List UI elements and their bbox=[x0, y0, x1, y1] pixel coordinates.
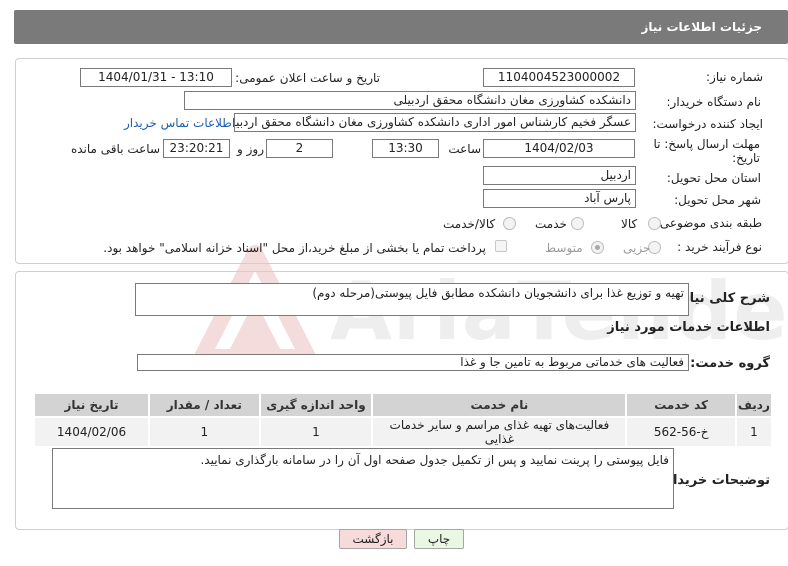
services-info-heading: اطلاعات خدمات مورد نیاز bbox=[607, 320, 770, 335]
treasury-payment-note: پرداخت تمام یا بخشی از مبلغ خرید،از محل … bbox=[103, 241, 486, 255]
announce-datetime-label: تاریخ و ساعت اعلان عمومی: bbox=[235, 71, 380, 85]
buyer-org-field: دانشکده کشاورزی مغان دانشگاه محقق اردبیل… bbox=[184, 91, 636, 110]
cell-service-name: فعالیت‌های تهیه غذای مراسم و سایر خدمات … bbox=[371, 416, 628, 448]
col-header-service-code: کد خدمت bbox=[625, 392, 737, 418]
city-label: شهر محل تحویل: bbox=[674, 193, 761, 207]
days-and-label: روز و bbox=[237, 142, 264, 156]
requester-label: ایجاد کننده درخواست: bbox=[652, 117, 763, 131]
header-panel: جزئیات اطلاعات نیاز bbox=[14, 10, 788, 44]
days-left-field: 2 bbox=[266, 139, 333, 158]
need-desc-field: تهیه و توزیع غذا برای دانشجویان دانشکده … bbox=[135, 283, 689, 316]
province-label: استان محل تحویل: bbox=[666, 171, 761, 185]
announce-datetime-field: 1404/01/31 - 13:10 bbox=[80, 68, 232, 87]
service-group-field: فعالیت های خدماتی مربوط به تامین جا و غذ… bbox=[137, 354, 689, 371]
buyer-notes-field: فایل پیوستی را پرینت نمایید و پس از تکمی… bbox=[52, 448, 674, 509]
cell-quantity: 1 bbox=[148, 416, 261, 448]
need-number-field: 1104004523000002 bbox=[483, 68, 635, 87]
info-panel bbox=[15, 58, 788, 264]
category-label: طبقه بندی موضوعی: bbox=[655, 216, 762, 230]
col-header-service-name: نام خدمت bbox=[371, 392, 628, 418]
process-option-minor: جزیی bbox=[623, 241, 651, 255]
deadline-time-field: 13:30 bbox=[372, 139, 439, 158]
back-button[interactable]: بازگشت bbox=[339, 529, 407, 549]
cell-need-date: 1404/02/06 bbox=[32, 416, 151, 448]
process-option-medium: متوسط bbox=[545, 241, 583, 255]
service-group-label: گروه خدمت: bbox=[690, 356, 770, 371]
cell-service-code: خ-56-562 bbox=[625, 416, 737, 448]
col-header-quantity: تعداد / مقدار bbox=[148, 392, 261, 418]
category-option-service: خدمت bbox=[535, 217, 567, 231]
process-radio-medium[interactable] bbox=[591, 241, 604, 254]
category-radio-service[interactable] bbox=[571, 217, 584, 230]
cell-row-number: 1 bbox=[734, 416, 774, 448]
category-radio-goods-service[interactable] bbox=[503, 217, 516, 230]
treasury-payment-checkbox[interactable] bbox=[495, 240, 507, 252]
buyer-notes-label: توضیحات خریدار: bbox=[660, 473, 770, 488]
deadline-date-field: 1404/02/03 bbox=[483, 139, 635, 158]
city-field: پارس آباد bbox=[483, 189, 636, 208]
category-radio-goods[interactable] bbox=[648, 217, 661, 230]
col-header-row-number: ردیف bbox=[734, 392, 774, 418]
hours-left-label: ساعت باقی مانده bbox=[70, 142, 160, 156]
province-field: اردبیل bbox=[483, 166, 636, 185]
services-table-header-row: ردیف کد خدمت نام خدمت واحد اندازه گیری ت… bbox=[32, 392, 774, 418]
cell-unit: 1 bbox=[258, 416, 374, 448]
need-desc-label: شرح کلی نیاز: bbox=[676, 291, 770, 306]
requester-field: عسگر فخیم کارشناس امور اداری دانشکده کشا… bbox=[234, 113, 636, 132]
category-option-goods: کالا bbox=[621, 217, 638, 231]
deadline-label-line1: مهلت ارسال پاسخ: تا bbox=[653, 137, 760, 151]
category-option-goods-service: کالا/خدمت bbox=[443, 217, 496, 231]
col-header-unit: واحد اندازه گیری bbox=[258, 392, 374, 418]
time-left-field: 23:20:21 bbox=[163, 139, 230, 158]
page-title: جزئیات اطلاعات نیاز bbox=[641, 20, 762, 34]
table-row: 1 خ-56-562 فعالیت‌های تهیه غذای مراسم و … bbox=[32, 416, 774, 448]
deadline-hour-label: ساعت bbox=[448, 142, 481, 156]
col-header-need-date: تاریخ نیاز bbox=[32, 392, 151, 418]
process-label: نوع فرآیند خرید : bbox=[677, 240, 762, 254]
services-table: ردیف کد خدمت نام خدمت واحد اندازه گیری ت… bbox=[32, 392, 774, 448]
need-number-label: شماره نیاز: bbox=[706, 70, 763, 84]
print-button[interactable]: چاپ bbox=[414, 529, 464, 549]
contact-info-link[interactable]: اطلاعات تماس خریدار bbox=[124, 116, 235, 130]
deadline-label-line2: تاریخ: bbox=[732, 151, 760, 165]
buyer-org-label: نام دستگاه خریدار: bbox=[666, 95, 762, 109]
